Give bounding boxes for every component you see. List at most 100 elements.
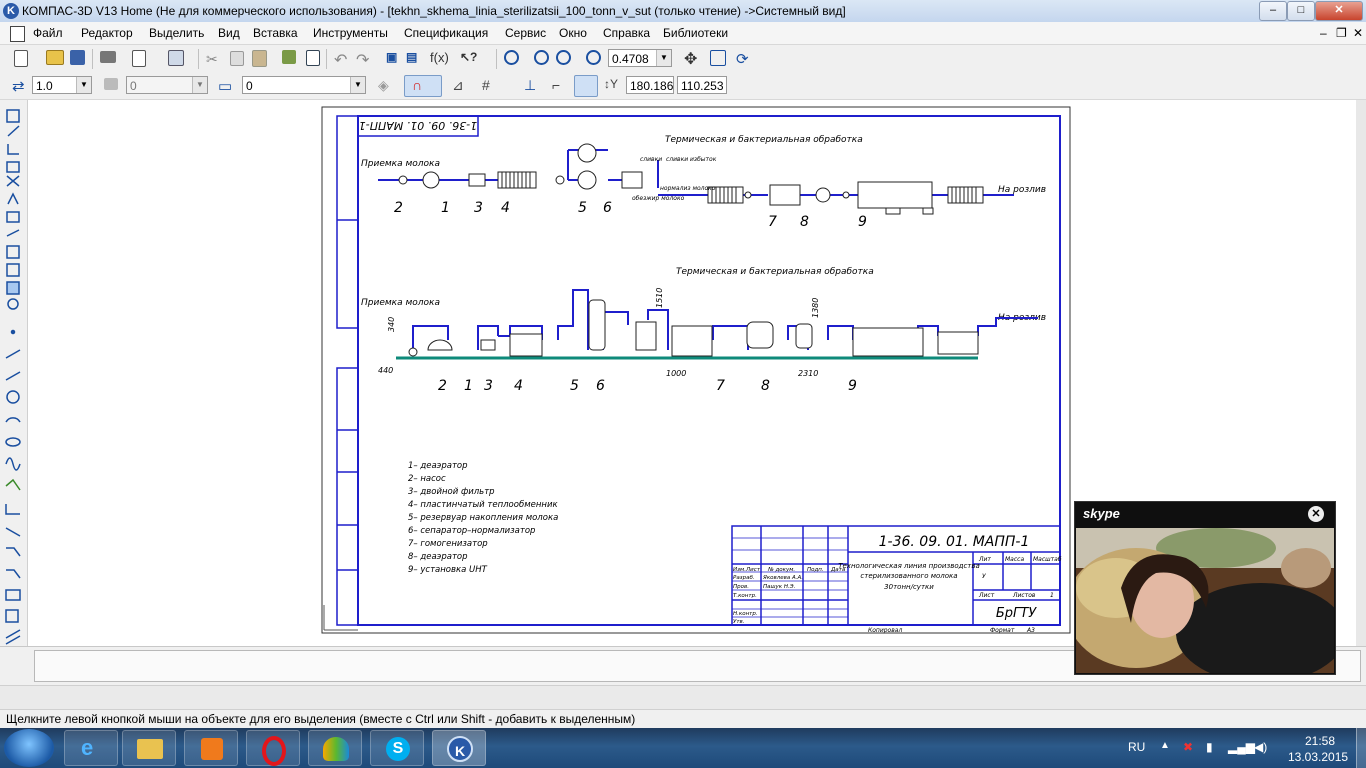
fillet-corner-icon	[6, 569, 21, 579]
auxiliary-line-icon	[5, 504, 20, 515]
doc-restore-button[interactable]: ❐	[1336, 26, 1347, 40]
current-state-toolbar: ⇄ 1.0 ▼ 0 ▼ ▭ 0 ▼ ◈ ∩ ⊿ # ⊥ ⌐ ↕Y 180.186 11…	[0, 72, 1366, 100]
zoom-window-icon[interactable]	[504, 50, 519, 65]
language-indicator[interactable]: RU	[1128, 740, 1145, 754]
menu-bar: Файл Редактор Выделить Вид Вставка Инстр…	[0, 22, 1366, 45]
cut-icon[interactable]: ✂	[206, 51, 224, 69]
paste-icon[interactable]	[252, 50, 267, 67]
grid-icon[interactable]: #	[482, 77, 500, 95]
volume-icon[interactable]: ◀)	[1254, 740, 1267, 754]
top-pos-4: 4	[501, 200, 510, 216]
cursor-step-select[interactable]: 1.0 ▼	[32, 76, 92, 94]
print-preview-icon[interactable]	[132, 50, 146, 67]
row-list: Лист	[745, 567, 761, 573]
menu-help[interactable]: Справка	[603, 26, 650, 40]
close-button[interactable]: ✕	[1315, 1, 1363, 21]
local-cs-icon[interactable]: ⊥	[524, 77, 542, 95]
skype-close-button[interactable]: ✕	[1308, 506, 1324, 522]
kompas-app-icon[interactable]: K	[3, 3, 19, 19]
vertical-scrollbar[interactable]	[1356, 100, 1366, 646]
geometry-panel-icon	[6, 109, 20, 123]
row-razrab: Разраб.	[733, 575, 755, 581]
spec-object-icon[interactable]: ▣	[386, 50, 404, 68]
doc-close-button[interactable]: ✕	[1353, 26, 1363, 40]
zoom-scale-icon[interactable]	[586, 50, 601, 65]
layers-icon[interactable]: ▭	[218, 77, 236, 95]
copy-icon[interactable]	[230, 51, 244, 66]
header-masshtab: Масштаб	[1033, 556, 1062, 563]
taskbar-opera-button[interactable]	[246, 730, 300, 766]
print-icon[interactable]	[100, 51, 116, 63]
skype-video-window[interactable]: skype ✕	[1074, 501, 1336, 675]
help-pointer-icon[interactable]: ↖?	[460, 50, 478, 68]
spec-link-icon[interactable]: ▤	[406, 50, 424, 68]
document-icon[interactable]	[10, 26, 25, 42]
ortho-icon[interactable]: ⌐	[552, 77, 570, 95]
layer-value: 0	[246, 79, 253, 93]
chevron-down-icon: ▼	[192, 77, 207, 93]
refresh-icon[interactable]: ⟳	[736, 50, 754, 68]
layer-props-icon[interactable]: ◈	[378, 77, 396, 95]
round-icon[interactable]	[574, 75, 598, 97]
show-hidden-icons[interactable]: ▲	[1160, 740, 1170, 751]
fillet-icon	[6, 547, 21, 557]
device-icon[interactable]: ▮	[1206, 740, 1213, 754]
clock-date[interactable]: 13.03.2015	[1288, 750, 1348, 764]
coord-y-field[interactable]: 110.253	[677, 76, 727, 94]
skype-logo: skype	[1083, 506, 1120, 521]
coord-x-field[interactable]: 180.186	[626, 76, 674, 94]
show-all-icon[interactable]	[710, 50, 726, 66]
start-button[interactable]	[4, 729, 54, 767]
save-icon[interactable]	[70, 50, 85, 65]
state-select[interactable]: 0 ▼	[126, 76, 208, 94]
taskbar-media-button[interactable]	[184, 730, 238, 766]
menu-libraries[interactable]: Библиотеки	[663, 26, 728, 40]
zoom-in-icon[interactable]	[534, 50, 549, 65]
menu-service[interactable]: Сервис	[505, 26, 546, 40]
redo-icon[interactable]: ↷	[356, 50, 374, 69]
layer-select[interactable]: 0 ▼	[242, 76, 366, 94]
coord-x-value: 180.186	[630, 79, 674, 93]
magnet-icon: ∩	[412, 77, 423, 93]
note-obezhir: обезжир молоко	[632, 195, 685, 202]
properties-icon[interactable]	[306, 50, 320, 66]
show-desktop-button[interactable]	[1356, 728, 1366, 768]
menu-editor[interactable]: Редактор	[81, 26, 133, 40]
menu-window[interactable]: Окно	[559, 26, 587, 40]
signal-icon[interactable]: ▂▄▆	[1228, 740, 1255, 754]
doc-minimize-button[interactable]: –	[1320, 26, 1327, 40]
ie-icon: e	[81, 735, 94, 760]
format-brush-icon[interactable]	[282, 50, 296, 64]
local-snap-icon[interactable]: ⊿	[452, 77, 470, 95]
minimize-button[interactable]: –	[1259, 1, 1287, 21]
top-pos-3: 3	[474, 200, 483, 216]
open-folder-icon[interactable]	[46, 50, 64, 65]
zoom-select[interactable]: 0.4708 ▼	[608, 49, 672, 67]
dim-1000: 1000	[666, 369, 686, 378]
bezier-icon	[5, 478, 21, 491]
bottom-position-labels: 2 1 3 4 5 6 7 8 9	[438, 378, 857, 394]
state-icon[interactable]	[104, 78, 118, 90]
state-value: 0	[130, 79, 137, 93]
taskbar-explorer-button[interactable]	[122, 730, 176, 766]
maximize-button[interactable]: □	[1287, 1, 1315, 21]
menu-tools[interactable]: Инструменты	[313, 26, 388, 40]
clock-time[interactable]: 21:58	[1298, 734, 1342, 748]
menu-specification[interactable]: Спецификация	[404, 26, 488, 40]
pan-icon[interactable]: ✥	[684, 49, 702, 68]
menu-insert[interactable]: Вставка	[253, 26, 298, 40]
taskbar-winlive-button[interactable]	[308, 730, 362, 766]
manager-icon[interactable]	[168, 50, 184, 66]
new-document-icon[interactable]	[14, 50, 28, 67]
zoom-out-icon[interactable]	[556, 50, 571, 65]
network-error-icon[interactable]: ✖	[1183, 740, 1193, 754]
menu-file[interactable]: Файл	[33, 26, 63, 40]
variables-icon[interactable]: f(x)	[430, 50, 449, 68]
top-pos-5: 5	[578, 200, 587, 216]
taskbar-kompas-button[interactable]: K	[432, 730, 486, 766]
undo-icon[interactable]: ↶	[334, 50, 352, 69]
menu-view[interactable]: Вид	[218, 26, 240, 40]
taskbar-ie-button[interactable]: e	[64, 730, 118, 766]
menu-select[interactable]: Выделить	[149, 26, 204, 40]
taskbar-skype-button[interactable]: S	[370, 730, 424, 766]
